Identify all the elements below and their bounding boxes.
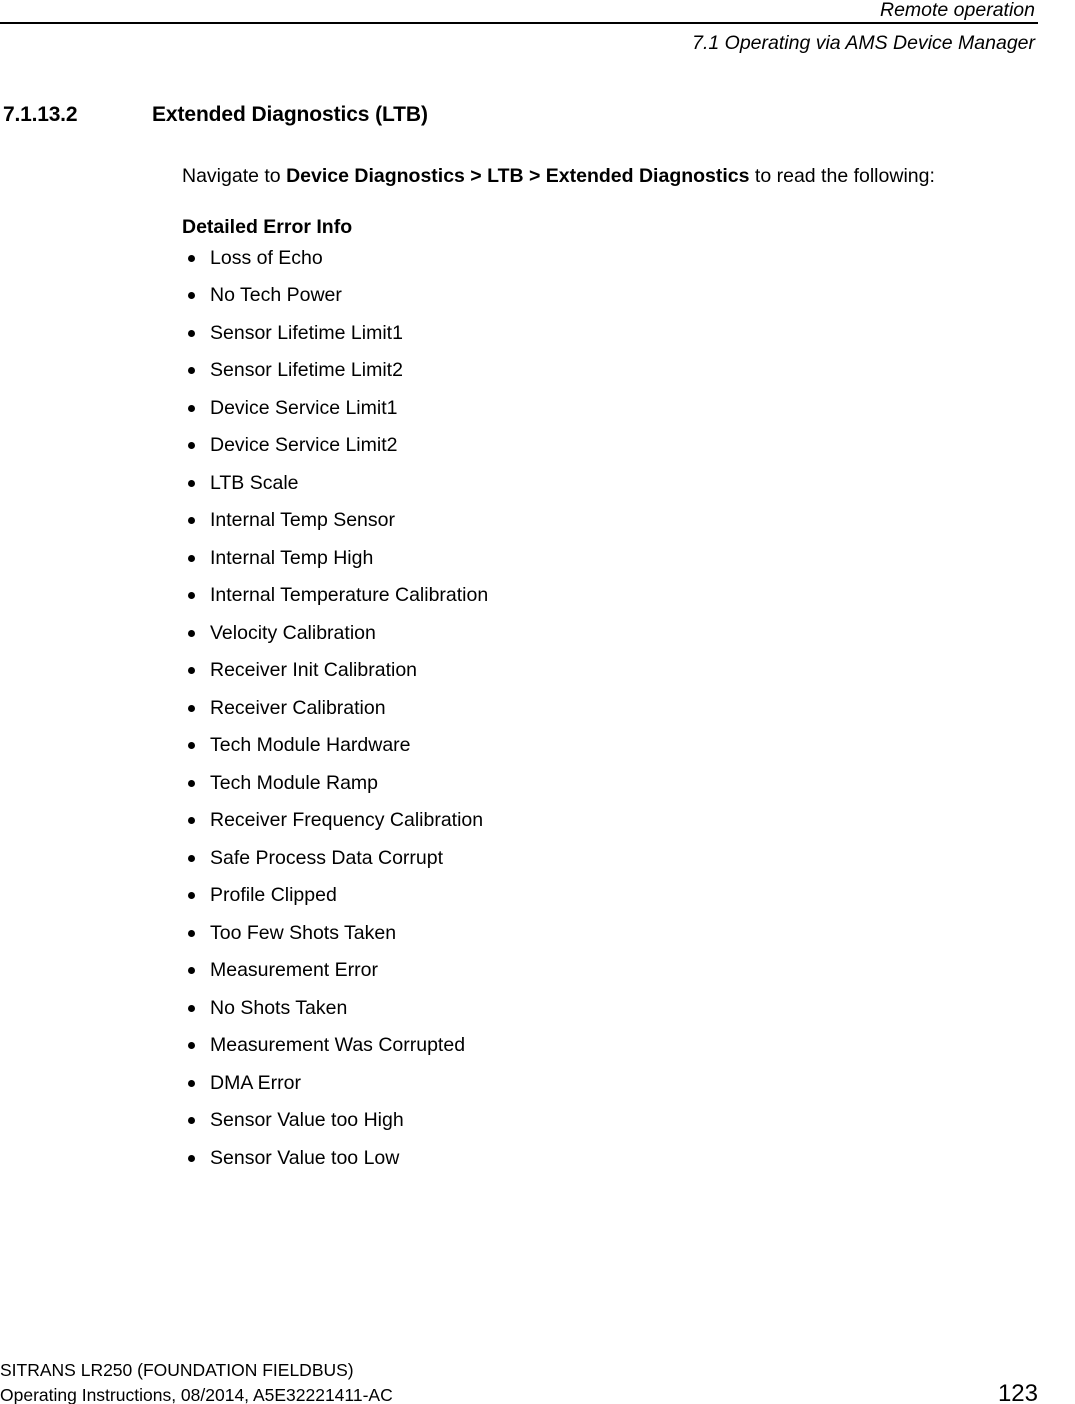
- list-item: Internal Temp Sensor: [182, 502, 1042, 540]
- bullet-icon: [188, 779, 195, 787]
- list-item: Sensor Value too High: [182, 1102, 1042, 1140]
- list-item-label: Velocity Calibration: [210, 621, 376, 644]
- list-item: Internal Temp High: [182, 540, 1042, 578]
- header-chapter-title: Remote operation: [879, 0, 1035, 21]
- list-item: Measurement Error: [182, 952, 1042, 990]
- list-item-label: Tech Module Hardware: [210, 734, 411, 757]
- list-item: Too Few Shots Taken: [182, 915, 1042, 953]
- list-item-label: Loss of Echo: [210, 246, 323, 269]
- section-heading: 7.1.13.2 Extended Diagnostics (LTB): [3, 102, 1003, 128]
- list-item: Device Service Limit1: [182, 390, 1042, 428]
- bullet-icon: [188, 592, 195, 600]
- list-item-label: Profile Clipped: [210, 884, 337, 907]
- list-item-label: Receiver Init Calibration: [210, 659, 418, 682]
- list-item-label: Safe Process Data Corrupt: [210, 846, 444, 869]
- list-item-label: Receiver Frequency Calibration: [210, 809, 484, 832]
- document-page: Remote operation 7.1 Operating via AMS D…: [0, 0, 1075, 1404]
- bullet-icon: [188, 517, 195, 525]
- bullet-icon: [188, 704, 195, 712]
- bullet-icon: [188, 254, 195, 262]
- bullet-icon: [188, 1117, 195, 1125]
- section-title: Extended Diagnostics (LTB): [152, 103, 428, 126]
- list-item: Safe Process Data Corrupt: [182, 840, 1042, 878]
- list-item: Loss of Echo: [182, 240, 1042, 278]
- detailed-error-info-list: Loss of Echo No Tech Power Sensor Lifeti…: [182, 240, 1042, 1178]
- list-item-label: DMA Error: [210, 1071, 302, 1094]
- list-item-label: Tech Module Ramp: [210, 771, 378, 794]
- list-item-label: Internal Temp High: [210, 546, 374, 569]
- list-item: LTB Scale: [182, 465, 1042, 503]
- bullet-icon: [188, 442, 195, 450]
- footer-bottom-row: Operating Instructions, 08/2014, A5E3222…: [0, 1382, 1038, 1404]
- page-footer: SITRANS LR250 (FOUNDATION FIELDBUS) Oper…: [0, 1358, 1038, 1404]
- list-item-label: No Shots Taken: [210, 996, 348, 1019]
- list-item: Receiver Init Calibration: [182, 652, 1042, 690]
- list-item: No Shots Taken: [182, 990, 1042, 1028]
- bullet-icon: [188, 367, 195, 375]
- bullet-icon: [188, 479, 195, 487]
- bullet-icon: [188, 554, 195, 562]
- list-item: Receiver Frequency Calibration: [182, 802, 1042, 840]
- navigation-instruction: Navigate to Device Diagnostics > LTB > E…: [182, 163, 1042, 189]
- bullet-icon: [188, 1079, 195, 1087]
- navigation-suffix: to read the following:: [749, 164, 935, 187]
- bullet-icon: [188, 967, 195, 975]
- list-item-label: Sensor Lifetime Limit1: [210, 321, 403, 344]
- list-item: Tech Module Ramp: [182, 765, 1042, 803]
- section-number: 7.1.13.2: [3, 103, 78, 126]
- bullet-icon: [188, 329, 195, 337]
- bullet-icon: [188, 1154, 195, 1162]
- list-item-label: Internal Temperature Calibration: [210, 584, 489, 607]
- detailed-error-info-heading: Detailed Error Info: [182, 215, 353, 238]
- navigation-prefix: Navigate to: [182, 164, 287, 187]
- list-item: Receiver Calibration: [182, 690, 1042, 728]
- list-item: Sensor Lifetime Limit2: [182, 352, 1042, 390]
- bullet-icon: [188, 667, 195, 675]
- list-item: DMA Error: [182, 1065, 1042, 1103]
- list-item-label: Device Service Limit1: [210, 396, 398, 419]
- bullet-icon: [188, 629, 195, 637]
- page-header: Remote operation 7.1 Operating via AMS D…: [0, 0, 1038, 54]
- list-item-label: Receiver Calibration: [210, 696, 386, 719]
- bullet-icon: [188, 1004, 195, 1012]
- footer-product-line: SITRANS LR250 (FOUNDATION FIELDBUS): [0, 1360, 354, 1380]
- list-item-label: No Tech Power: [210, 284, 342, 307]
- navigation-path: Device Diagnostics > LTB > Extended Diag…: [286, 164, 750, 187]
- bullet-icon: [188, 929, 195, 937]
- bullet-icon: [188, 292, 195, 300]
- list-item: Measurement Was Corrupted: [182, 1027, 1042, 1065]
- footer-document-line: Operating Instructions, 08/2014, A5E3222…: [0, 1385, 393, 1404]
- list-item-label: Too Few Shots Taken: [210, 921, 397, 944]
- body-content: Navigate to Device Diagnostics > LTB > E…: [182, 143, 1042, 1177]
- list-item: Internal Temperature Calibration: [182, 577, 1042, 615]
- list-item-label: Sensor Lifetime Limit2: [210, 359, 403, 382]
- bullet-icon: [188, 742, 195, 750]
- list-item: No Tech Power: [182, 277, 1042, 315]
- list-item-label: Measurement Was Corrupted: [210, 1034, 466, 1057]
- list-item-label: Measurement Error: [210, 959, 378, 982]
- list-item-label: Device Service Limit2: [210, 434, 398, 457]
- list-item-label: Internal Temp Sensor: [210, 509, 395, 532]
- list-item: Velocity Calibration: [182, 615, 1042, 653]
- page-number: 123: [997, 1380, 1038, 1404]
- bullet-icon: [188, 892, 195, 900]
- list-item-label: Sensor Value too Low: [210, 1146, 400, 1169]
- list-item: Sensor Lifetime Limit1: [182, 315, 1042, 353]
- list-item: Profile Clipped: [182, 877, 1042, 915]
- bullet-icon: [188, 1042, 195, 1050]
- list-item-label: Sensor Value too High: [210, 1109, 404, 1132]
- bullet-icon: [188, 854, 195, 862]
- bullet-icon: [188, 404, 195, 412]
- list-item: Sensor Value too Low: [182, 1140, 1042, 1178]
- header-section-title: 7.1 Operating via AMS Device Manager: [692, 32, 1035, 54]
- list-item-label: LTB Scale: [210, 471, 299, 494]
- bullet-icon: [188, 817, 195, 825]
- list-item: Tech Module Hardware: [182, 727, 1042, 765]
- list-item: Device Service Limit2: [182, 427, 1042, 465]
